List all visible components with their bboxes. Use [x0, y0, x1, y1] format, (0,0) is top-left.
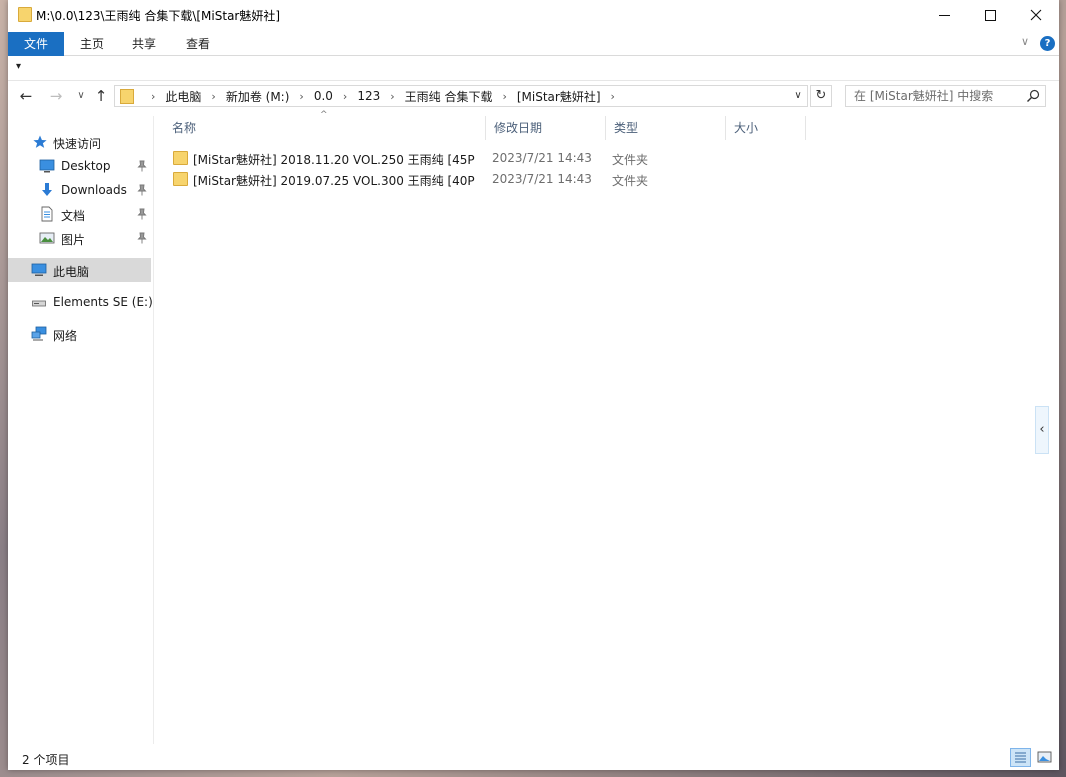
computer-icon [31, 263, 47, 276]
downloads-icon [42, 183, 52, 196]
expand-ribbon-chevron-icon[interactable]: ∨ [1019, 36, 1031, 48]
recent-locations-icon[interactable]: ∨ [71, 86, 91, 106]
sidebar-item-desktop[interactable]: Desktop [8, 154, 151, 178]
network-icon [31, 326, 47, 341]
pin-icon[interactable] [137, 184, 147, 196]
sidebar-item-downloads[interactable]: Downloads [8, 178, 151, 202]
documents-icon [41, 206, 53, 222]
breadcrumb-separator[interactable]: › [611, 90, 615, 103]
folder-icon [173, 151, 188, 165]
column-header-type[interactable]: 类型 [606, 116, 726, 140]
sidebar-item-pictures[interactable]: 图片 [8, 226, 151, 250]
breadcrumb-separator[interactable]: › [151, 90, 155, 103]
ribbon-tabs: 文件 主页 共享 查看 ∨ ? [8, 30, 1059, 56]
window-title: M:\0.0\123\王雨纯 合集下载\[MiStar魅妍社] [36, 9, 281, 23]
explorer-window: M:\0.0\123\王雨纯 合集下载\[MiStar魅妍社] 文件 主页 共享… [8, 0, 1059, 770]
sidebar-label: 网络 [53, 329, 78, 343]
pin-icon[interactable] [137, 160, 147, 172]
breadcrumb-separator[interactable]: › [390, 90, 394, 103]
sidebar-label: Elements SE (E:) [53, 295, 153, 309]
preview-pane-toggle[interactable]: ‹ [1035, 406, 1049, 454]
status-bar: 2 个项目 [8, 746, 1059, 770]
folder-icon [173, 172, 188, 186]
folder-icon [120, 89, 134, 104]
breadcrumb-separator[interactable]: › [299, 90, 303, 103]
navigation-pane: 快速访问 Desktop Downloads 文档 图片 此电脑 Element… [8, 116, 154, 744]
table-row[interactable]: [MiStar魅妍社] 2019.07.25 VOL.300 王雨纯 [40P … [164, 169, 804, 190]
breadcrumb-folder-collection[interactable]: 王雨纯 合集下载 [405, 88, 493, 105]
sidebar-label: 文档 [61, 209, 86, 223]
drive-icon [32, 300, 46, 307]
sidebar-label: 图片 [61, 233, 86, 247]
sidebar-label: 快速访问 [53, 137, 102, 151]
sidebar-label: Desktop [61, 159, 111, 173]
breadcrumb-drive[interactable]: 新加卷 (M:) [226, 88, 290, 105]
navigation-bar: ← → ∨ ↑ › 此电脑 › 新加卷 (M:) › 0.0 › 123 › 王… [8, 82, 1059, 110]
sidebar-item-quick-access[interactable]: 快速访问 [8, 130, 151, 154]
tab-share[interactable]: 共享 [126, 32, 162, 56]
file-date: 2023/7/21 14:43 [492, 172, 592, 186]
sidebar-item-this-pc[interactable]: 此电脑 [8, 258, 151, 282]
sidebar-item-drive[interactable]: Elements SE (E:) [8, 290, 153, 314]
file-name: [MiStar魅妍社] 2018.11.20 VOL.250 王雨纯 [45P [193, 153, 475, 167]
details-view-button[interactable] [1010, 748, 1031, 767]
customize-toolbar-icon[interactable]: ▾ [16, 61, 21, 72]
large-icons-view-icon [1037, 751, 1052, 763]
close-button[interactable] [1013, 0, 1059, 30]
pin-icon[interactable] [137, 232, 147, 244]
file-list: ^ 名称 修改日期 类型 大小 [MiStar魅妍社] 2018.11.20 V… [156, 110, 1041, 742]
breadcrumb-this-pc[interactable]: 此电脑 [165, 88, 201, 105]
search-input[interactable] [846, 86, 1024, 106]
close-icon [1030, 9, 1042, 21]
title-bar: M:\0.0\123\王雨纯 合集下载\[MiStar魅妍社] [8, 0, 1059, 30]
breadcrumb-separator[interactable]: › [502, 90, 506, 103]
desktop-icon [39, 159, 55, 173]
pictures-icon [39, 232, 55, 244]
column-header-size[interactable]: 大小 [726, 116, 806, 140]
sidebar-label: 此电脑 [53, 265, 90, 279]
minimize-button[interactable] [921, 0, 967, 30]
quick-access-toolbar: ▾ [8, 57, 1059, 81]
up-button[interactable]: ↑ [91, 86, 111, 106]
breadcrumb-folder-123[interactable]: 123 [357, 89, 380, 103]
column-header-name[interactable]: 名称 [164, 116, 486, 140]
file-date: 2023/7/21 14:43 [492, 151, 592, 165]
refresh-button[interactable]: ↻ [810, 85, 832, 107]
search-icon[interactable] [1026, 89, 1040, 103]
minimize-icon [938, 14, 950, 16]
forward-button[interactable]: → [46, 86, 66, 106]
address-dropdown-icon[interactable]: ∨ [789, 86, 807, 106]
star-icon [33, 135, 47, 148]
breadcrumb: › 此电脑 › 新加卷 (M:) › 0.0 › 123 › 王雨纯 合集下载 … [141, 86, 625, 106]
maximize-icon [984, 9, 996, 21]
sidebar-item-documents[interactable]: 文档 [8, 202, 151, 226]
breadcrumb-separator[interactable]: › [343, 90, 347, 103]
breadcrumb-separator[interactable]: › [211, 90, 215, 103]
details-view-icon [1015, 752, 1026, 763]
table-row[interactable]: [MiStar魅妍社] 2018.11.20 VOL.250 王雨纯 [45P … [164, 148, 804, 169]
file-type: 文件夹 [612, 174, 649, 188]
sidebar-item-network[interactable]: 网络 [8, 322, 151, 346]
breadcrumb-folder-0-0[interactable]: 0.0 [314, 89, 333, 103]
file-name: [MiStar魅妍社] 2019.07.25 VOL.300 王雨纯 [40P [193, 174, 475, 188]
search-box[interactable] [845, 85, 1046, 107]
tab-home[interactable]: 主页 [74, 32, 110, 56]
back-button[interactable]: ← [16, 86, 36, 106]
tab-file[interactable]: 文件 [8, 32, 64, 56]
tab-view[interactable]: 查看 [180, 32, 216, 56]
breadcrumb-folder-current[interactable]: [MiStar魅妍社] [517, 88, 601, 105]
pin-icon[interactable] [137, 208, 147, 220]
folder-icon [18, 7, 32, 22]
column-header-date[interactable]: 修改日期 [486, 116, 606, 140]
address-bar[interactable]: › 此电脑 › 新加卷 (M:) › 0.0 › 123 › 王雨纯 合集下载 … [114, 85, 808, 107]
large-icons-view-button[interactable] [1034, 748, 1055, 767]
sidebar-label: Downloads [61, 183, 127, 197]
maximize-button[interactable] [967, 0, 1013, 30]
help-icon[interactable]: ? [1040, 36, 1055, 51]
item-count: 2 个项目 [22, 753, 70, 767]
file-type: 文件夹 [612, 153, 649, 167]
